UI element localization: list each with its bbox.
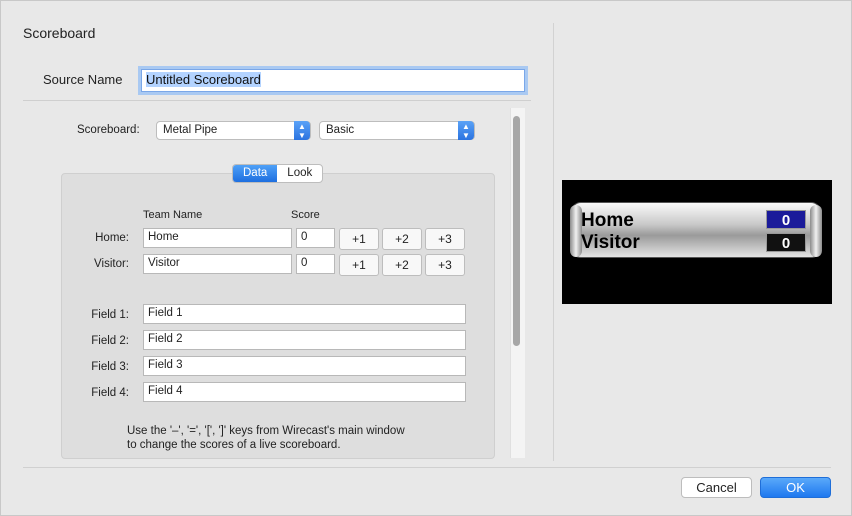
divider	[23, 100, 531, 101]
tab-control: Data Look	[232, 164, 324, 183]
pipe-end-right	[810, 205, 822, 257]
visitor-plus1-button[interactable]: +1	[339, 254, 379, 276]
help-line-1: Use the '–', '=', '[', ']' keys from Wir…	[127, 425, 405, 437]
source-name-input[interactable]: Untitled Scoreboard	[141, 69, 525, 92]
home-plus1-button[interactable]: +1	[339, 228, 379, 250]
field2-input[interactable]: Field 2	[143, 330, 466, 350]
field1-input[interactable]: Field 1	[143, 304, 466, 324]
home-label: Home:	[95, 232, 129, 244]
help-text: Use the '–', '=', '[', ']' keys from Wir…	[127, 424, 405, 452]
preview-visitor-score: 0	[766, 233, 806, 252]
home-name-input[interactable]: Home	[143, 228, 292, 248]
scoreboard-mode-value: Basic	[326, 124, 355, 136]
tab-data[interactable]: Data	[233, 165, 278, 182]
field3-label: Field 3:	[91, 361, 129, 373]
team-name-header: Team Name	[143, 209, 203, 221]
footer-divider	[23, 467, 831, 468]
preview-home-team: Home	[581, 210, 634, 231]
score-header: Score	[291, 209, 320, 221]
scrollbar-thumb[interactable]	[513, 116, 520, 346]
field4-label: Field 4:	[91, 387, 129, 399]
cancel-button[interactable]: Cancel	[681, 477, 752, 498]
tab-look[interactable]: Look	[277, 165, 322, 182]
ok-button[interactable]: OK	[760, 477, 831, 498]
chevron-updown-icon: ▲ ▼	[458, 121, 474, 140]
scoreboard-style-value: Metal Pipe	[163, 124, 218, 136]
field3-input[interactable]: Field 3	[143, 356, 466, 376]
preview-visitor-team: Visitor	[581, 232, 640, 253]
help-line-2: to change the scores of a live scoreboar…	[127, 439, 341, 451]
visitor-plus2-button[interactable]: +2	[382, 254, 422, 276]
field1-label: Field 1:	[91, 309, 129, 321]
visitor-name-input[interactable]: Visitor	[143, 254, 292, 274]
preview-home-score: 0	[766, 210, 806, 229]
visitor-plus3-button[interactable]: +3	[425, 254, 465, 276]
scoreboard-mode-select[interactable]: Basic ▲ ▼	[319, 121, 475, 140]
field2-label: Field 2:	[91, 335, 129, 347]
home-plus2-button[interactable]: +2	[382, 228, 422, 250]
scoreboard-dialog: Scoreboard Source Name Untitled Scoreboa…	[0, 0, 852, 516]
scoreboard-style-select[interactable]: Metal Pipe ▲ ▼	[156, 121, 311, 140]
visitor-score-input[interactable]: 0	[296, 254, 335, 274]
dialog-title: Scoreboard	[23, 25, 96, 41]
source-name-label: Source Name	[43, 72, 123, 87]
home-plus3-button[interactable]: +3	[425, 228, 465, 250]
vertical-divider	[553, 23, 554, 461]
scoreboard-label: Scoreboard:	[77, 124, 140, 136]
source-name-value: Untitled Scoreboard	[146, 72, 261, 87]
visitor-label: Visitor:	[94, 258, 129, 270]
home-score-input[interactable]: 0	[296, 228, 335, 248]
field4-input[interactable]: Field 4	[143, 382, 466, 402]
chevron-updown-icon: ▲ ▼	[294, 121, 310, 140]
